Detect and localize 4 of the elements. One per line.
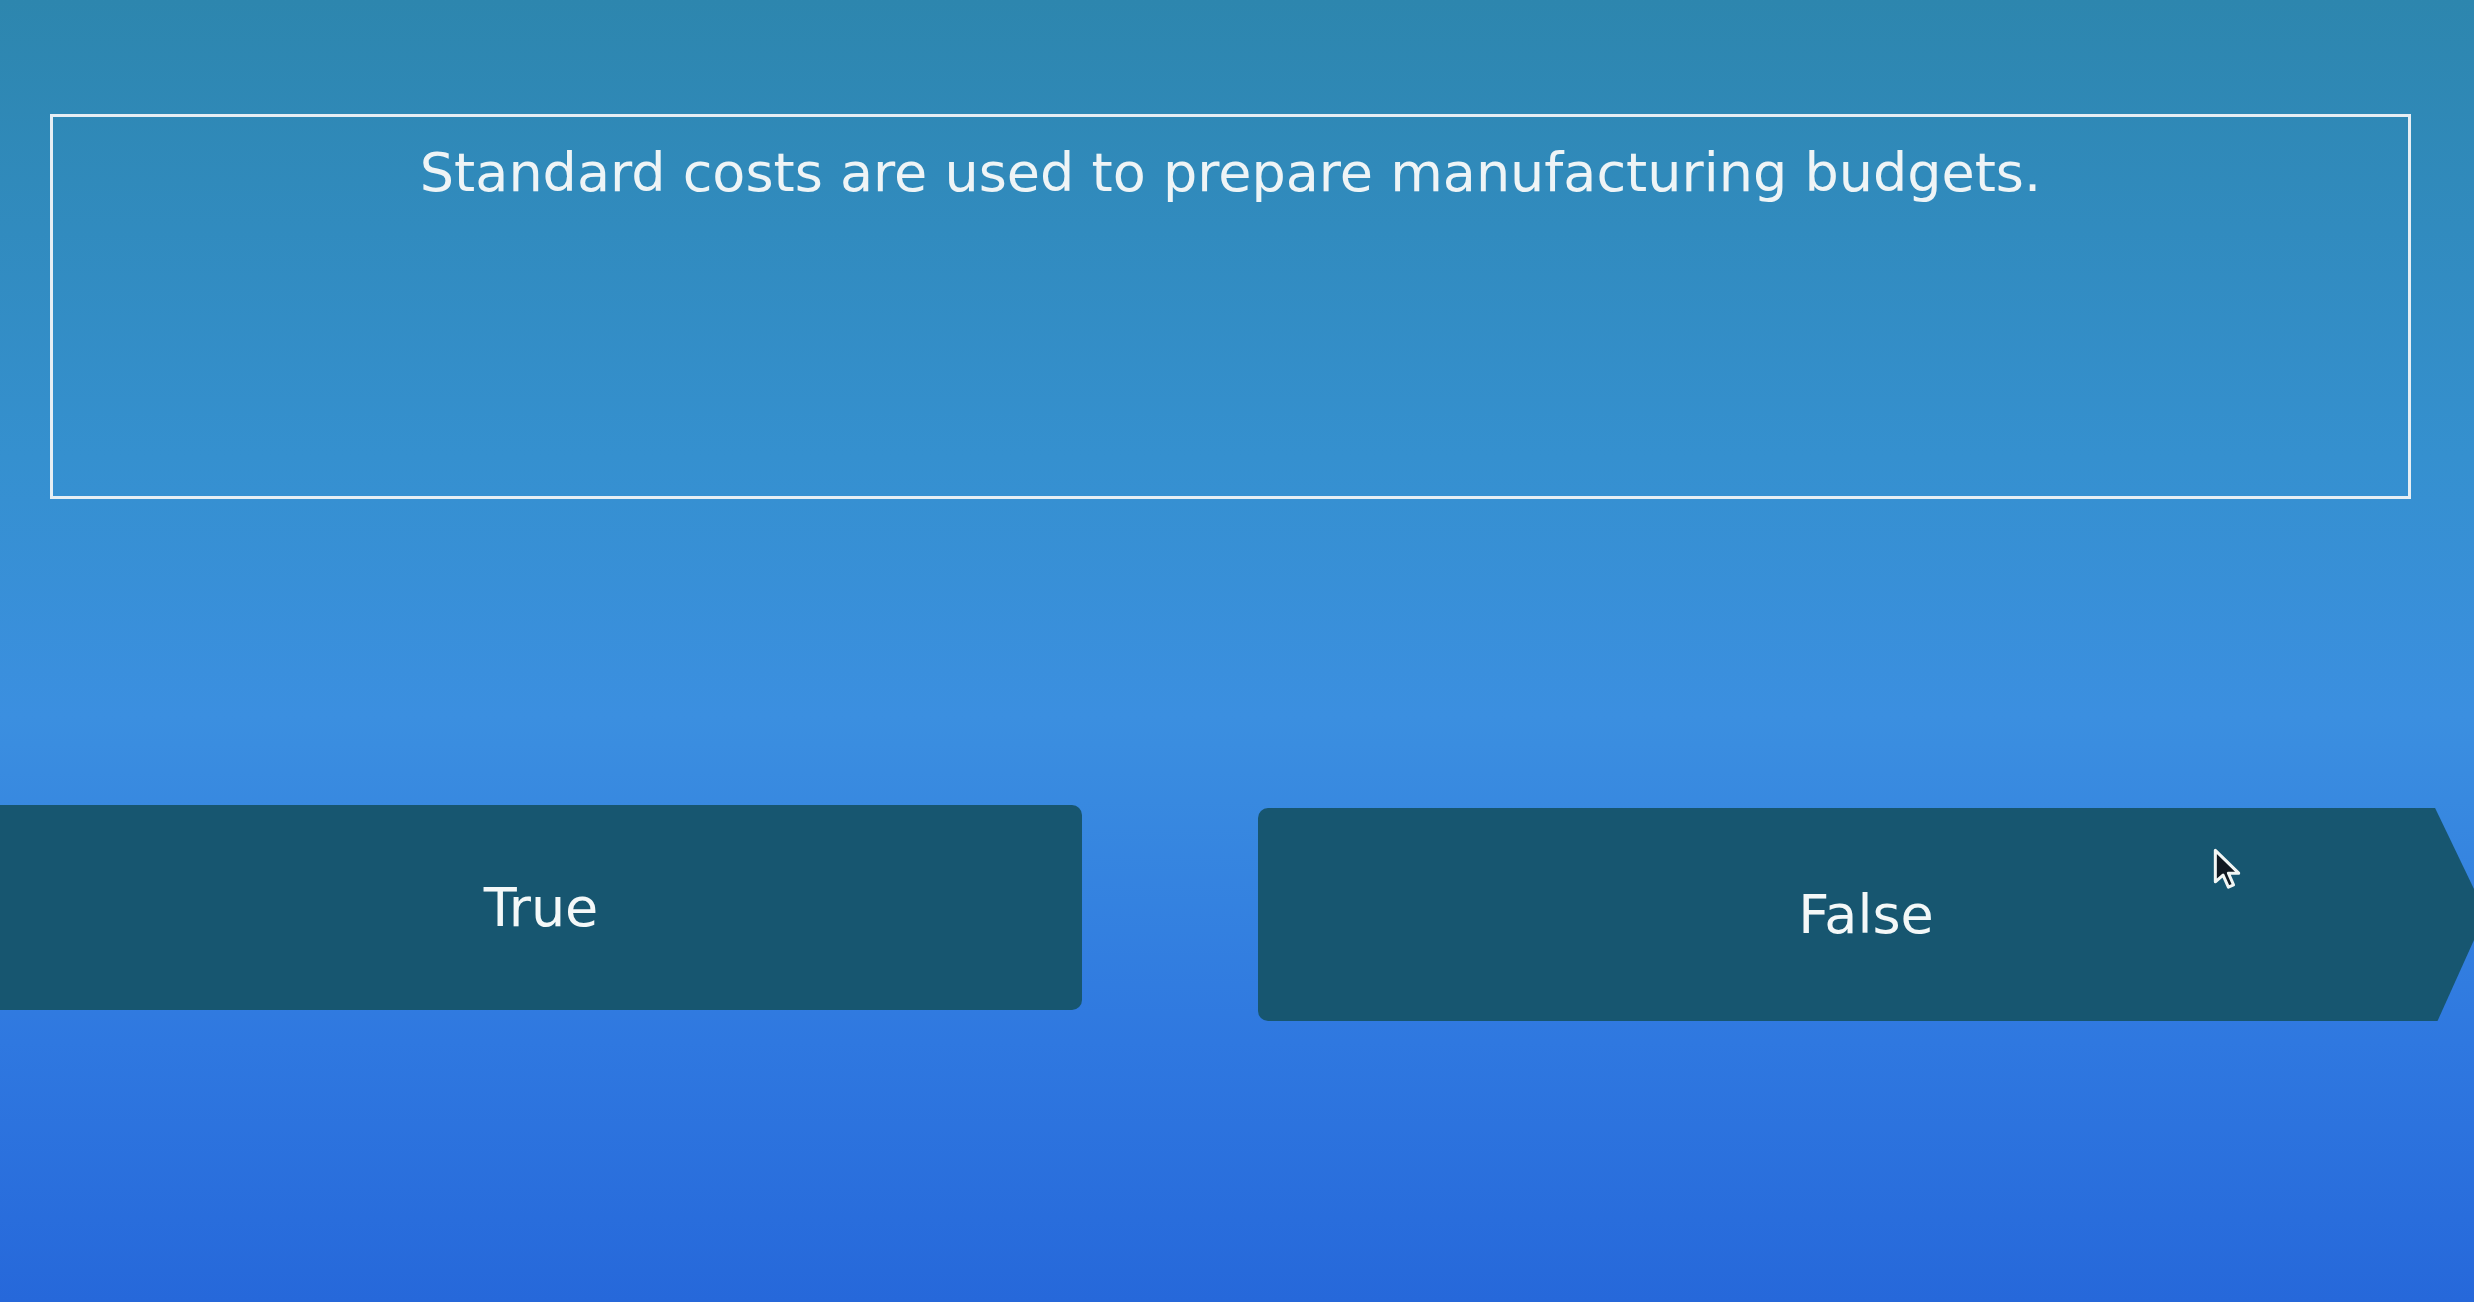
mouse-pointer-icon bbox=[2213, 848, 2241, 890]
answer-button[interactable]: True bbox=[0, 805, 1082, 1010]
question-text: Standard costs are used to prepare manufacturing budgets. bbox=[419, 141, 2042, 206]
answer-button[interactable]: False bbox=[1258, 808, 2474, 1021]
